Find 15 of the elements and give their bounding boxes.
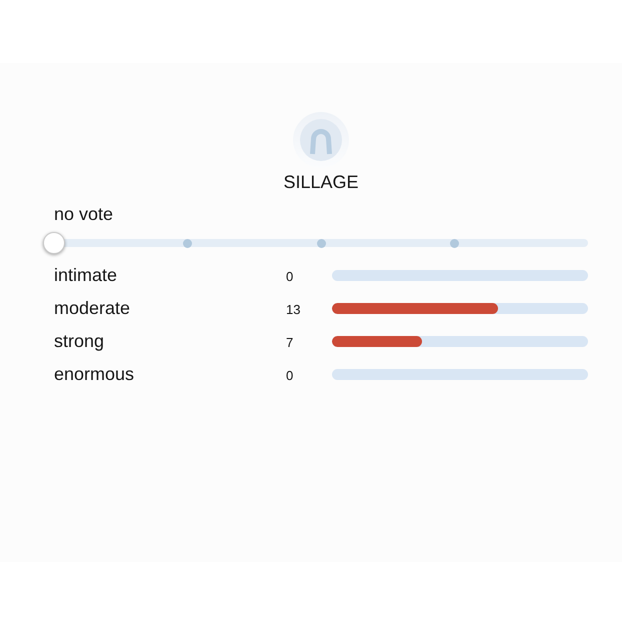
stop-dot-icon bbox=[316, 238, 326, 248]
vote-count: 0 bbox=[286, 268, 294, 284]
slider-track[interactable] bbox=[43, 232, 588, 254]
stop-dot-icon bbox=[450, 238, 459, 248]
stop-dot-icon bbox=[183, 238, 192, 248]
option-label: intimate bbox=[54, 264, 118, 286]
option-label: strong bbox=[54, 330, 106, 352]
option-label: enormous bbox=[54, 364, 136, 384]
vote-count: 7 bbox=[286, 334, 294, 350]
slider-handle[interactable] bbox=[43, 232, 65, 254]
section-title: SILLAGE bbox=[283, 172, 359, 192]
vote-count: 0 bbox=[286, 366, 294, 384]
option-label: moderate bbox=[54, 298, 132, 318]
vote-status-label: no vote bbox=[54, 204, 114, 224]
vote-count: 13 bbox=[286, 300, 302, 318]
